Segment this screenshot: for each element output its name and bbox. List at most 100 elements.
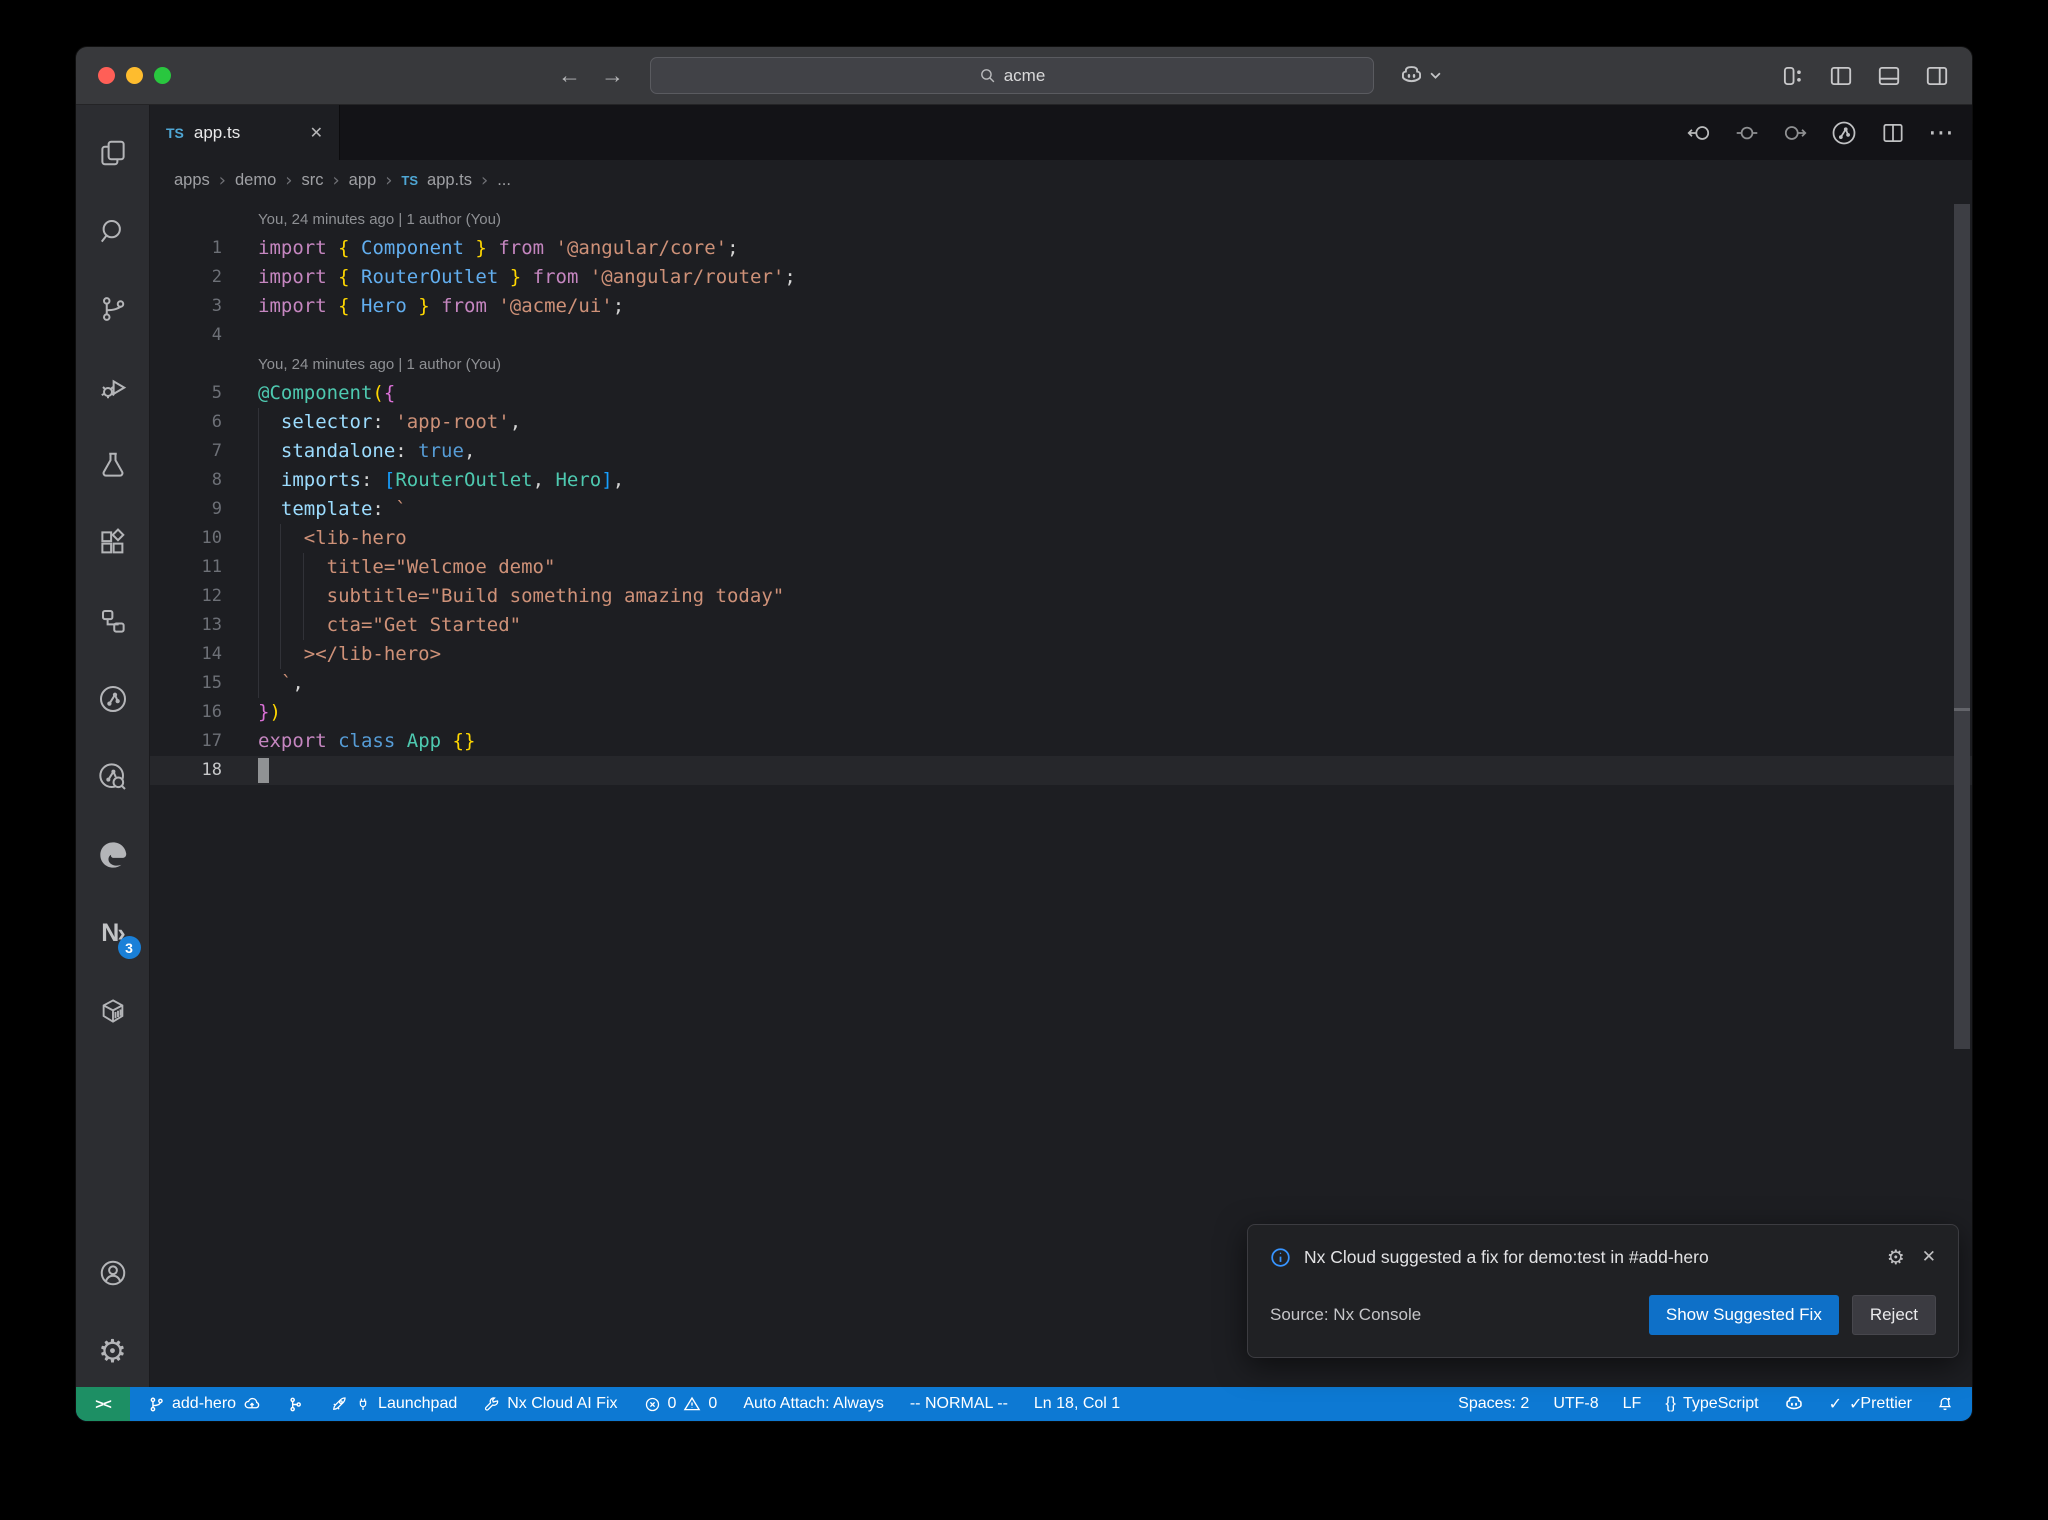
notification-source: Source: Nx Console — [1270, 1305, 1422, 1324]
cursor-position-item[interactable]: Ln 18, Col 1 — [1034, 1395, 1120, 1413]
nx-graph-icon[interactable] — [89, 673, 137, 725]
code-line — [258, 756, 1972, 785]
search-input[interactable]: acme — [650, 57, 1374, 94]
history-forward-icon[interactable]: → — [601, 64, 624, 87]
notification-close-icon[interactable]: ✕ — [1922, 1247, 1936, 1267]
code-row: 13 cta="Get Started" — [150, 611, 1972, 640]
code-row: 16}) — [150, 698, 1972, 727]
codelens-row: You, 24 minutes ago | 1 author (You) — [150, 205, 1972, 234]
auto-attach-item[interactable]: Auto Attach: Always — [743, 1395, 884, 1413]
editor-actions: ⋯ — [1686, 105, 1972, 160]
edge-browser-icon[interactable] — [89, 829, 137, 881]
line-number — [150, 350, 222, 379]
nav-forward-icon[interactable] — [1782, 120, 1808, 146]
breadcrumb-apps[interactable]: apps — [174, 171, 210, 190]
cloud-upload-icon — [244, 1397, 260, 1409]
toggle-primary-sidebar-icon[interactable] — [1828, 63, 1854, 89]
tab-app-ts[interactable]: TS app.ts ✕ — [150, 105, 340, 160]
search-view-icon[interactable] — [89, 205, 137, 257]
line-number: 4 — [211, 325, 222, 345]
check-icon: ✓ — [1828, 1396, 1843, 1413]
git-branch-item[interactable]: add-hero — [148, 1395, 261, 1413]
code-line: import { RouterOutlet } from '@angular/r… — [258, 266, 796, 288]
run-and-debug-icon[interactable] — [89, 361, 137, 413]
toggle-secondary-sidebar-icon[interactable] — [1924, 63, 1950, 89]
remote-indicator[interactable]: >< — [76, 1387, 130, 1421]
history-back-icon[interactable]: ← — [558, 64, 581, 87]
code-line: <lib-hero — [257, 524, 1972, 553]
language-item[interactable]: {} TypeScript — [1665, 1395, 1758, 1413]
breadcrumb-demo[interactable]: demo — [235, 171, 276, 190]
line-number: 15 — [201, 673, 222, 693]
plug-icon — [359, 1398, 367, 1410]
problems-item[interactable]: 0 0 — [644, 1395, 717, 1413]
hierarchy-icon[interactable] — [89, 595, 137, 647]
customize-layout-icon[interactable] — [1780, 63, 1806, 89]
copilot-icon — [1785, 1396, 1802, 1410]
code-lines: You, 24 minutes ago | 1 author (You) 1 imp… — [150, 205, 1972, 785]
copilot-status-item[interactable] — [1783, 1393, 1805, 1415]
scrollbar-slider[interactable] — [1954, 204, 1970, 1049]
nx-run-icon[interactable] — [1830, 119, 1858, 147]
code-line: template: ` — [257, 495, 1972, 524]
zoom-window-button[interactable] — [154, 67, 171, 84]
toggle-panel-icon[interactable] — [1876, 63, 1902, 89]
minimize-window-button[interactable] — [126, 67, 143, 84]
tab-close-icon[interactable]: ✕ — [310, 123, 323, 142]
code-line: ></lib-hero> — [257, 640, 1972, 669]
git-graph-item[interactable] — [287, 1396, 304, 1413]
extensions-icon[interactable] — [89, 517, 137, 569]
notifications-bell-item[interactable] — [1936, 1395, 1954, 1413]
encoding-item[interactable]: UTF-8 — [1553, 1395, 1598, 1413]
show-suggested-fix-button[interactable]: Show Suggested Fix — [1648, 1295, 1839, 1335]
line-number: 1 — [211, 238, 222, 258]
code-row: 9 template: ` — [150, 495, 1972, 524]
breadcrumb-src[interactable]: src — [301, 171, 323, 190]
notification-settings-icon[interactable]: ⚙ — [1887, 1245, 1905, 1269]
breadcrumb-app[interactable]: app — [349, 171, 377, 190]
eol-item[interactable]: LF — [1623, 1395, 1642, 1413]
breadcrumb-symbol[interactable]: ... — [497, 171, 511, 190]
code-line: standalone: true, — [257, 437, 1972, 466]
typescript-file-icon: TS — [166, 124, 184, 141]
accounts-icon[interactable] — [89, 1247, 137, 1299]
traffic-lights — [98, 67, 182, 84]
line-number: 11 — [201, 557, 222, 577]
nx-badge: 3 — [117, 936, 141, 959]
testing-icon[interactable] — [89, 439, 137, 491]
code-line: imports: [RouterOutlet, Hero], — [257, 466, 1972, 495]
breadcrumb-file[interactable]: app.ts — [427, 171, 472, 190]
nav-position-icon[interactable] — [1734, 120, 1760, 146]
source-control-icon[interactable] — [89, 283, 137, 335]
prettier-item[interactable]: ✓ ✓ Prettier — [1829, 1394, 1912, 1414]
warnings-icon — [684, 1396, 701, 1411]
code-line: }) — [258, 701, 281, 723]
settings-gear-icon[interactable]: ⚙ — [89, 1325, 137, 1377]
nx-cloud-ai-fix-item[interactable]: Nx Cloud AI Fix — [483, 1395, 618, 1413]
wrench-icon — [485, 1396, 499, 1411]
nav-back-icon[interactable] — [1686, 120, 1712, 146]
vim-mode-item[interactable]: -- NORMAL -- — [910, 1395, 1008, 1413]
nx-console-icon[interactable]: N› 3 — [89, 907, 141, 959]
reject-button[interactable]: Reject — [1851, 1295, 1936, 1335]
vscode-window: ← → acme N› 3 ⚙ TS app.ts ✕ ⋯ apps › dem… — [76, 47, 1972, 1421]
code-row: 4 — [150, 321, 1972, 350]
code-row: 5 @Component({ — [150, 379, 1972, 408]
copilot-menu-button[interactable] — [1398, 62, 1441, 89]
containers-icon[interactable] — [89, 985, 137, 1037]
code-row: 11 title="Welcmoe demo" — [150, 553, 1972, 582]
split-editor-icon[interactable] — [1880, 120, 1906, 146]
line-number: 9 — [211, 499, 222, 519]
scrollbar[interactable] — [1954, 200, 1970, 1387]
code-editor[interactable]: You, 24 minutes ago | 1 author (You) 1 imp… — [150, 200, 1972, 1387]
line-number: 14 — [201, 644, 222, 664]
code-row: 12 subtitle="Build something amazing tod… — [150, 582, 1972, 611]
code-line: import { Component } from '@angular/core… — [258, 237, 739, 259]
explorer-icon[interactable] — [89, 127, 137, 179]
launchpad-item[interactable]: Launchpad — [330, 1395, 457, 1413]
indentation-item[interactable]: Spaces: 2 — [1458, 1395, 1529, 1413]
tab-label: app.ts — [193, 122, 241, 142]
nx-graph-search-icon[interactable] — [89, 751, 137, 803]
code-line: `, — [257, 669, 1972, 698]
close-window-button[interactable] — [98, 67, 115, 84]
